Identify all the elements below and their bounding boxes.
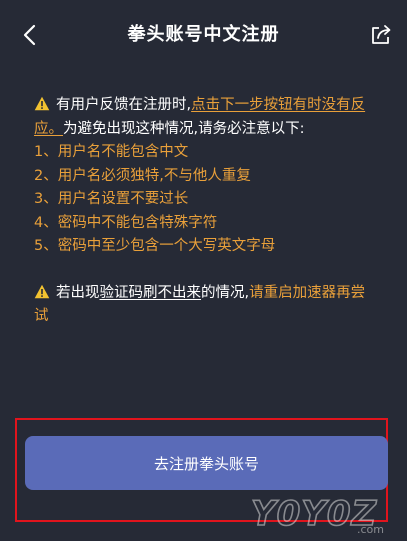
registration-notice: 有用户反馈在注册时,点击下一步按钮有时没有反应。为避免出现这种情况,请务必注意以… <box>34 94 379 329</box>
list-item: 1、用户名不能包含中文 <box>34 144 189 160</box>
intro-text-1: 有用户反馈在注册时, <box>56 97 192 113</box>
warning-icon <box>34 96 50 111</box>
svg-text:.com: .com <box>357 523 384 535</box>
list-item: 5、密码中至少包含一个大写英文字母 <box>34 238 276 254</box>
list-item: 3、用户名设置不要过长 <box>34 191 189 207</box>
share-icon <box>372 25 391 44</box>
intro-paragraph: 有用户反馈在注册时,点击下一步按钮有时没有反应。为避免出现这种情况,请务必注意以… <box>34 94 379 141</box>
share-button[interactable] <box>367 21 395 49</box>
page-title: 拳头账号中文注册 <box>127 24 280 45</box>
captcha-text-1: 若出现 <box>56 284 100 301</box>
list-item: 2、用户名必须独特,不与他人重复 <box>34 167 251 184</box>
requirements-list: 1、用户名不能包含中文 2、用户名必须独特,不与他人重复 3、用户名设置不要过长… <box>34 141 379 259</box>
captcha-highlight: 验证码刷不出来 <box>99 284 202 301</box>
screen: 拳头账号中文注册 有用户反馈在注册时,点击下一步按钮有时没有反应。为避免出现这种… <box>0 0 407 541</box>
list-item: 4、密码中不能包含特殊字符 <box>34 214 218 231</box>
register-riot-account-button[interactable]: 去注册拳头账号 <box>25 436 388 490</box>
captcha-paragraph: 若出现验证码刷不出来的情况,请重启加速器再尝试 <box>34 282 379 329</box>
header-bar: 拳头账号中文注册 <box>0 0 407 68</box>
captcha-text-2: 的情况, <box>201 284 250 301</box>
intro-text-2: 为避免出现这种情况,请务必注意以下: <box>63 120 305 137</box>
site-watermark-logo: Y0Y0Z .com <box>250 493 384 535</box>
warning-icon <box>34 284 50 298</box>
